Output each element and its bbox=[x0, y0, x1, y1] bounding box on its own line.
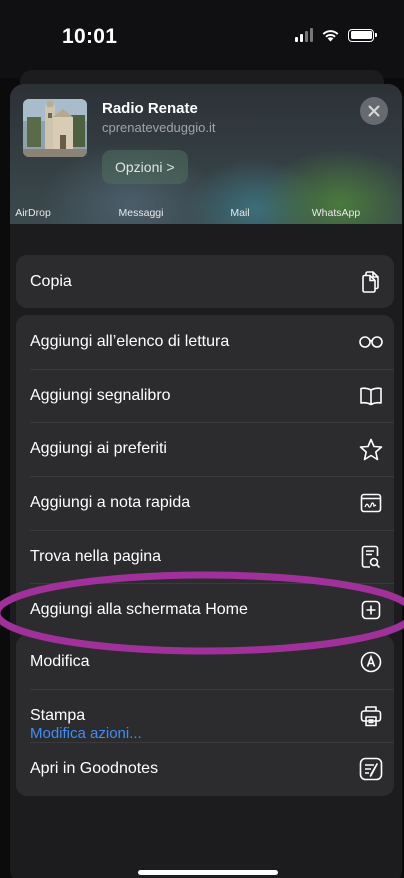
share-target-mail[interactable]: Mail bbox=[230, 207, 249, 219]
action-label: Modifica bbox=[30, 652, 90, 670]
wifi-icon bbox=[322, 30, 339, 42]
find-in-page-icon bbox=[358, 544, 384, 570]
action-copy[interactable]: Copia bbox=[16, 255, 394, 308]
share-targets-row: AirDrop Messaggi Mail WhatsApp bbox=[10, 196, 402, 236]
share-target-messaggi[interactable]: Messaggi bbox=[119, 207, 164, 219]
status-icons bbox=[295, 28, 377, 42]
action-label: Aggiungi segnalibro bbox=[30, 386, 171, 404]
site-title: Radio Renate bbox=[102, 100, 198, 117]
book-icon bbox=[358, 383, 384, 409]
action-label: Aggiungi alla schermata Home bbox=[30, 601, 248, 619]
close-button[interactable] bbox=[360, 97, 388, 125]
copy-icon bbox=[358, 269, 384, 295]
options-button[interactable]: Opzioni > bbox=[102, 150, 188, 184]
action-open-goodnotes[interactable]: Apri in Goodnotes bbox=[16, 742, 394, 796]
edit-actions-link[interactable]: Modifica azioni... bbox=[30, 725, 142, 742]
cellular-signal-icon bbox=[295, 28, 313, 42]
action-label: Aggiungi ai preferiti bbox=[30, 440, 167, 458]
action-add-to-home-screen[interactable]: Aggiungi alla schermata Home bbox=[16, 583, 394, 637]
printer-icon bbox=[358, 703, 384, 729]
goodnotes-icon bbox=[358, 756, 384, 782]
quick-note-icon bbox=[358, 490, 384, 516]
clock: 10:01 bbox=[62, 25, 118, 48]
action-label: Aggiungi all’elenco di lettura bbox=[30, 332, 230, 350]
background-sheet bbox=[20, 70, 384, 84]
share-target-whatsapp[interactable]: WhatsApp bbox=[312, 207, 360, 219]
markup-icon bbox=[358, 649, 384, 675]
close-icon bbox=[368, 105, 380, 117]
action-label: Apri in Goodnotes bbox=[30, 760, 159, 778]
action-add-favorites[interactable]: Aggiungi ai preferiti bbox=[16, 422, 394, 476]
action-find-in-page[interactable]: Trova nella pagina bbox=[16, 529, 394, 584]
action-label: Aggiungi a nota rapida bbox=[30, 493, 191, 511]
share-target-airdrop[interactable]: AirDrop bbox=[15, 207, 51, 219]
star-icon bbox=[358, 436, 384, 462]
action-label: Copia bbox=[30, 272, 72, 290]
site-url: cprenateveduggio.it bbox=[102, 120, 216, 135]
battery-icon bbox=[348, 28, 377, 42]
action-label: Stampa bbox=[30, 706, 86, 724]
home-indicator bbox=[138, 870, 278, 875]
add-square-icon bbox=[358, 597, 384, 623]
action-markup[interactable]: Modifica bbox=[16, 635, 394, 689]
action-add-bookmark[interactable]: Aggiungi segnalibro bbox=[16, 368, 394, 423]
glasses-icon bbox=[358, 329, 384, 355]
action-label: Trova nella pagina bbox=[30, 547, 162, 565]
action-add-reading-list[interactable]: Aggiungi all’elenco di lettura bbox=[16, 315, 394, 369]
action-group-add: Aggiungi all’elenco di lettura Aggiungi … bbox=[16, 315, 394, 638]
action-group-other: Modifica Stampa Apri in Goodnotes bbox=[16, 635, 394, 797]
site-thumbnail bbox=[23, 99, 87, 157]
status-bar: 10:01 bbox=[0, 0, 404, 78]
action-add-quick-note[interactable]: Aggiungi a nota rapida bbox=[16, 476, 394, 530]
action-group-copy: Copia bbox=[16, 255, 394, 308]
